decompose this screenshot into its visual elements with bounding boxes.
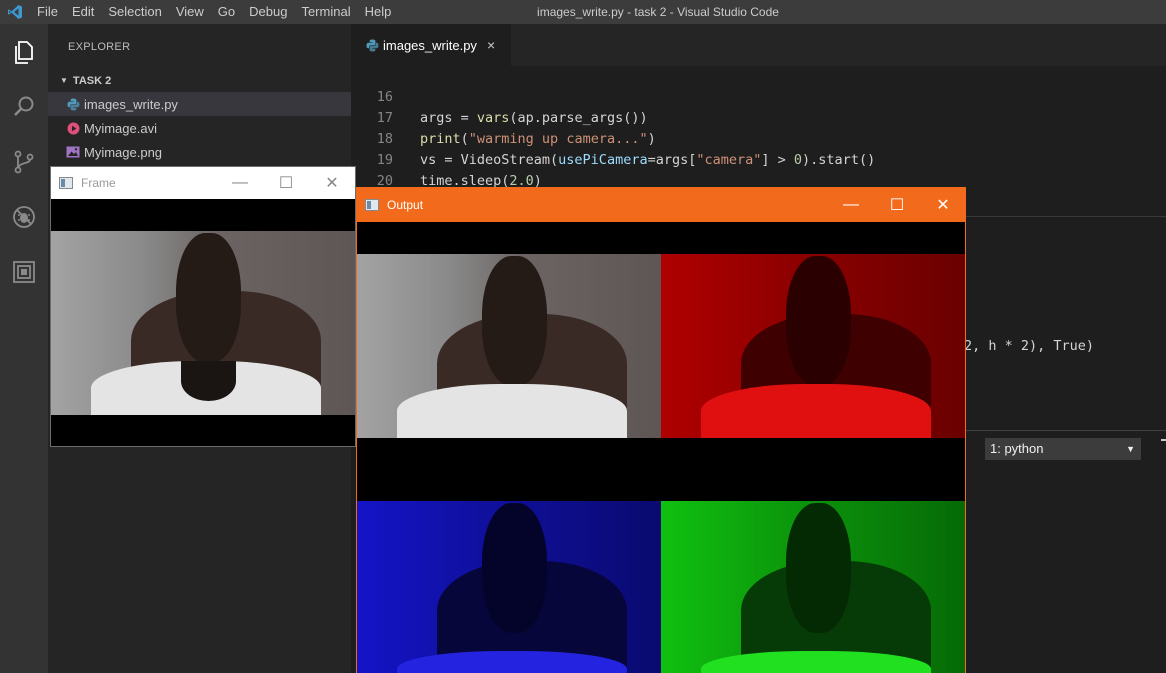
tab-label: images_write.py bbox=[383, 37, 477, 53]
frame-image bbox=[51, 199, 355, 446]
camera-feed-red bbox=[661, 254, 965, 438]
source-control-icon[interactable] bbox=[0, 134, 48, 189]
activity-bar bbox=[0, 24, 48, 673]
person-head bbox=[482, 256, 547, 386]
close-icon[interactable]: × bbox=[487, 37, 495, 53]
menu-terminal[interactable]: Terminal bbox=[294, 0, 357, 24]
person-neck bbox=[181, 361, 236, 401]
terminal-select[interactable]: 1: python ▼ bbox=[985, 438, 1141, 460]
folder-section-header[interactable]: ▼ TASK 2 bbox=[48, 70, 351, 92]
code-text: args = vars(ap.parse_args()) bbox=[420, 110, 648, 126]
code-text: 2, h * 2), True) bbox=[964, 338, 1095, 354]
menu-help[interactable]: Help bbox=[358, 0, 399, 24]
explorer-icon[interactable] bbox=[0, 24, 48, 79]
file-name: Myimage.png bbox=[84, 144, 163, 160]
image-file-icon bbox=[64, 144, 82, 160]
frame-window[interactable]: Frame — ☐ ✕ bbox=[50, 166, 356, 447]
person-shirt bbox=[701, 384, 931, 438]
person-head bbox=[482, 503, 547, 633]
file-name: Myimage.avi bbox=[84, 120, 157, 136]
menu-view[interactable]: View bbox=[169, 0, 211, 24]
app-icon bbox=[59, 177, 73, 189]
frame-window-title: Frame bbox=[81, 176, 116, 190]
output-window-title: Output bbox=[387, 198, 424, 212]
explorer-title: EXPLORER bbox=[68, 41, 131, 53]
python-file-icon bbox=[64, 96, 82, 112]
file-item-images-write[interactable]: images_write.py bbox=[48, 92, 351, 116]
person-head bbox=[786, 256, 851, 386]
code-line: 19 time.sleep(2.0) bbox=[351, 129, 542, 189]
person-head bbox=[176, 233, 241, 363]
code-text: print("warming up camera...") bbox=[420, 131, 656, 147]
person-shirt bbox=[397, 384, 627, 438]
search-icon[interactable] bbox=[0, 79, 48, 134]
chevron-down-icon: ▼ bbox=[1126, 444, 1135, 454]
file-item-myimage-png[interactable]: Myimage.png bbox=[48, 140, 351, 164]
maximize-button[interactable]: ☐ bbox=[263, 167, 309, 199]
code-line: 18 vs = VideoStream(usePiCamera=args["ca… bbox=[351, 108, 875, 168]
maximize-button[interactable]: ☐ bbox=[874, 188, 920, 222]
minimize-button[interactable]: — bbox=[217, 167, 263, 199]
output-window-titlebar[interactable]: Output — ☐ ✕ bbox=[357, 188, 965, 222]
file-item-myimage-avi[interactable]: Myimage.avi bbox=[48, 116, 351, 140]
terminal-select-value: 1: python bbox=[990, 441, 1044, 456]
menu-go[interactable]: Go bbox=[211, 0, 242, 24]
folder-name: TASK 2 bbox=[72, 75, 112, 87]
extensions-icon[interactable] bbox=[0, 244, 48, 299]
camera-feed-original bbox=[357, 254, 661, 438]
minimize-button[interactable]: — bbox=[828, 188, 874, 222]
camera-feed bbox=[51, 231, 355, 415]
person-head bbox=[786, 503, 851, 633]
video-file-icon bbox=[64, 120, 82, 136]
menu-selection[interactable]: Selection bbox=[101, 0, 168, 24]
title-bar: File Edit Selection View Go Debug Termin… bbox=[0, 0, 1166, 24]
output-image bbox=[357, 222, 965, 673]
add-terminal-icon[interactable] bbox=[1161, 439, 1166, 447]
app-icon bbox=[365, 199, 379, 211]
file-name: images_write.py bbox=[84, 96, 178, 112]
vscode-logo-icon bbox=[0, 0, 30, 24]
chevron-down-icon: ▼ bbox=[60, 76, 68, 85]
editor-tabs: images_write.py × bbox=[351, 24, 1166, 66]
output-window[interactable]: Output — ☐ ✕ bbox=[356, 187, 966, 673]
menu-bar: File Edit Selection View Go Debug Termin… bbox=[30, 0, 398, 24]
camera-feed-blue bbox=[357, 501, 661, 673]
code-line: 16 args = vars(ap.parse_args()) bbox=[351, 66, 648, 126]
frame-window-titlebar[interactable]: Frame — ☐ ✕ bbox=[51, 167, 355, 199]
code-line: 17 print("warming up camera...") bbox=[351, 87, 656, 147]
close-button[interactable]: ✕ bbox=[309, 167, 355, 199]
code-text: vs = VideoStream(usePiCamera=args["camer… bbox=[420, 152, 876, 168]
close-button[interactable]: ✕ bbox=[920, 188, 966, 222]
camera-feed-green bbox=[661, 501, 965, 673]
partial-code-line: 2, h * 2), True) bbox=[964, 338, 1094, 354]
python-file-icon bbox=[363, 37, 381, 53]
menu-file[interactable]: File bbox=[30, 0, 65, 24]
tab-images-write[interactable]: images_write.py × bbox=[351, 24, 511, 66]
menu-edit[interactable]: Edit bbox=[65, 0, 101, 24]
menu-debug[interactable]: Debug bbox=[242, 0, 294, 24]
debug-icon[interactable] bbox=[0, 189, 48, 244]
